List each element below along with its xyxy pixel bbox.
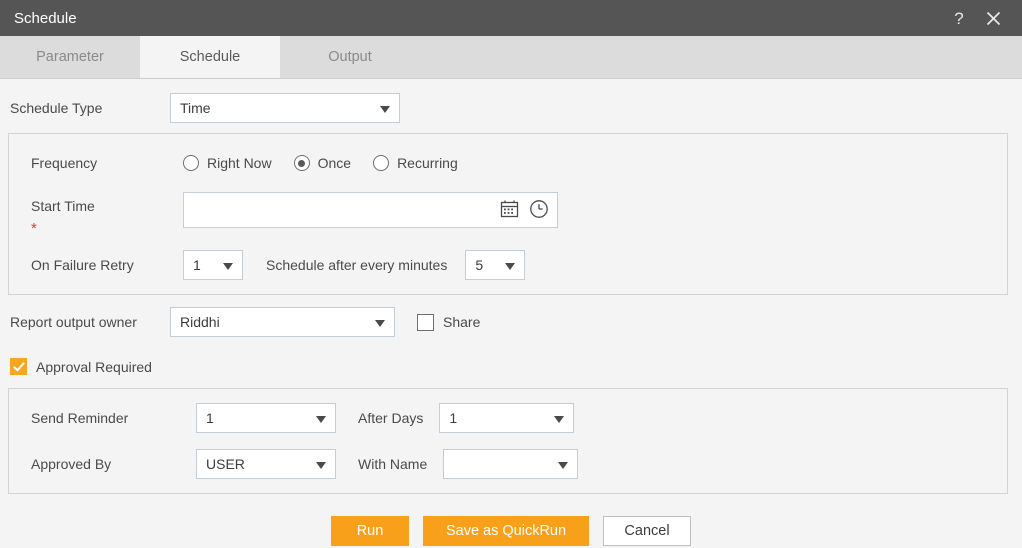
schedule-after-select[interactable]: 5: [465, 250, 526, 280]
chevron-down-icon: [375, 320, 385, 327]
run-button[interactable]: Run: [331, 516, 409, 546]
help-icon[interactable]: ?: [942, 10, 976, 27]
approved-by-label: Approved By: [31, 456, 112, 472]
share-checkbox-label: Share: [443, 314, 481, 330]
radio-once-indicator: [293, 155, 310, 171]
radio-once-label: Once: [317, 155, 352, 171]
approved-by-row: Approved By USER With Name: [31, 449, 1007, 479]
approval-required-label: Approval Required: [36, 358, 152, 375]
close-icon[interactable]: [976, 11, 1010, 26]
calendar-icon[interactable]: [500, 199, 519, 221]
on-failure-retry-value: 1: [193, 257, 201, 273]
frequency-row: Frequency Right Now Once Recurring: [31, 148, 1007, 178]
send-reminder-value: 1: [206, 410, 214, 426]
report-output-owner-select[interactable]: Riddhi: [170, 307, 395, 337]
radio-right-now-label: Right Now: [207, 155, 272, 171]
schedule-after-value: 5: [475, 257, 484, 273]
report-output-owner-label: Report output owner: [10, 314, 137, 330]
schedule-type-label: Schedule Type: [10, 100, 103, 116]
tab-schedule[interactable]: Schedule: [140, 36, 280, 78]
chevron-down-icon: [558, 462, 569, 469]
approval-required-checkbox-box: [10, 358, 27, 375]
share-checkbox-box: [417, 313, 434, 331]
required-marker: *: [31, 220, 37, 237]
schedule-type-select[interactable]: Time: [170, 93, 400, 123]
chevron-down-icon: [380, 106, 390, 113]
on-failure-retry-row: On Failure Retry 1 Schedule after every …: [31, 250, 1007, 280]
send-reminder-label: Send Reminder: [31, 410, 129, 426]
chevron-down-icon: [316, 416, 326, 423]
tab-bar: Parameter Schedule Output: [0, 36, 1022, 79]
timing-panel: Frequency Right Now Once Recurring Start…: [8, 133, 1008, 295]
with-name-label: With Name: [358, 456, 428, 472]
report-output-owner-value: Riddhi: [180, 314, 220, 330]
start-time-input[interactable]: [183, 192, 558, 228]
radio-once[interactable]: Once: [293, 155, 352, 171]
chevron-down-icon: [505, 263, 516, 270]
approval-panel: Send Reminder 1 After Days 1 Approved By…: [8, 388, 1008, 494]
on-failure-retry-select[interactable]: 1: [183, 250, 243, 280]
start-time-label: Start Time: [31, 198, 95, 214]
clock-icon[interactable]: [529, 199, 549, 222]
schedule-form: Schedule Type Time Frequency Right Now O…: [0, 79, 1022, 548]
save-as-quickrun-button[interactable]: Save as QuickRun: [423, 516, 589, 546]
radio-right-now[interactable]: Right Now: [183, 155, 272, 171]
with-name-select[interactable]: [443, 449, 579, 479]
schedule-type-value: Time: [180, 100, 211, 116]
radio-recurring[interactable]: Recurring: [373, 155, 458, 171]
report-output-owner-row: Report output owner Riddhi Share: [0, 295, 1022, 345]
approved-by-select[interactable]: USER: [196, 449, 336, 479]
schedule-type-row: Schedule Type Time: [0, 79, 1022, 133]
frequency-label: Frequency: [31, 155, 98, 171]
start-time-row: Start Time *: [31, 192, 1007, 236]
tab-parameter[interactable]: Parameter: [0, 36, 140, 78]
after-days-label: After Days: [358, 410, 424, 426]
after-days-value: 1: [449, 410, 458, 426]
send-reminder-select[interactable]: 1: [196, 403, 336, 433]
chevron-down-icon: [554, 416, 565, 423]
chevron-down-icon: [316, 462, 326, 469]
radio-right-now-indicator: [183, 155, 199, 171]
schedule-after-label: Schedule after every minutes: [266, 257, 448, 273]
window-title: Schedule: [14, 9, 77, 27]
tab-output[interactable]: Output: [280, 36, 420, 78]
cancel-button[interactable]: Cancel: [603, 516, 691, 546]
share-checkbox[interactable]: Share: [417, 313, 481, 331]
chevron-down-icon: [223, 263, 233, 270]
on-failure-retry-label: On Failure Retry: [31, 257, 134, 273]
approved-by-value: USER: [206, 456, 245, 472]
approval-required-row: Approval Required: [0, 345, 1022, 388]
radio-recurring-label: Recurring: [397, 155, 458, 171]
approval-required-checkbox[interactable]: Approval Required: [10, 358, 152, 375]
frequency-radio-group: Right Now Once Recurring: [183, 155, 480, 171]
action-buttons: Run Save as QuickRun Cancel: [0, 516, 1022, 546]
after-days-select[interactable]: 1: [439, 403, 575, 433]
start-time-label-stack: Start Time *: [31, 192, 183, 236]
send-reminder-row: Send Reminder 1 After Days 1: [31, 403, 1007, 433]
radio-recurring-indicator: [373, 155, 390, 171]
window-titlebar: Schedule ?: [0, 0, 1022, 36]
